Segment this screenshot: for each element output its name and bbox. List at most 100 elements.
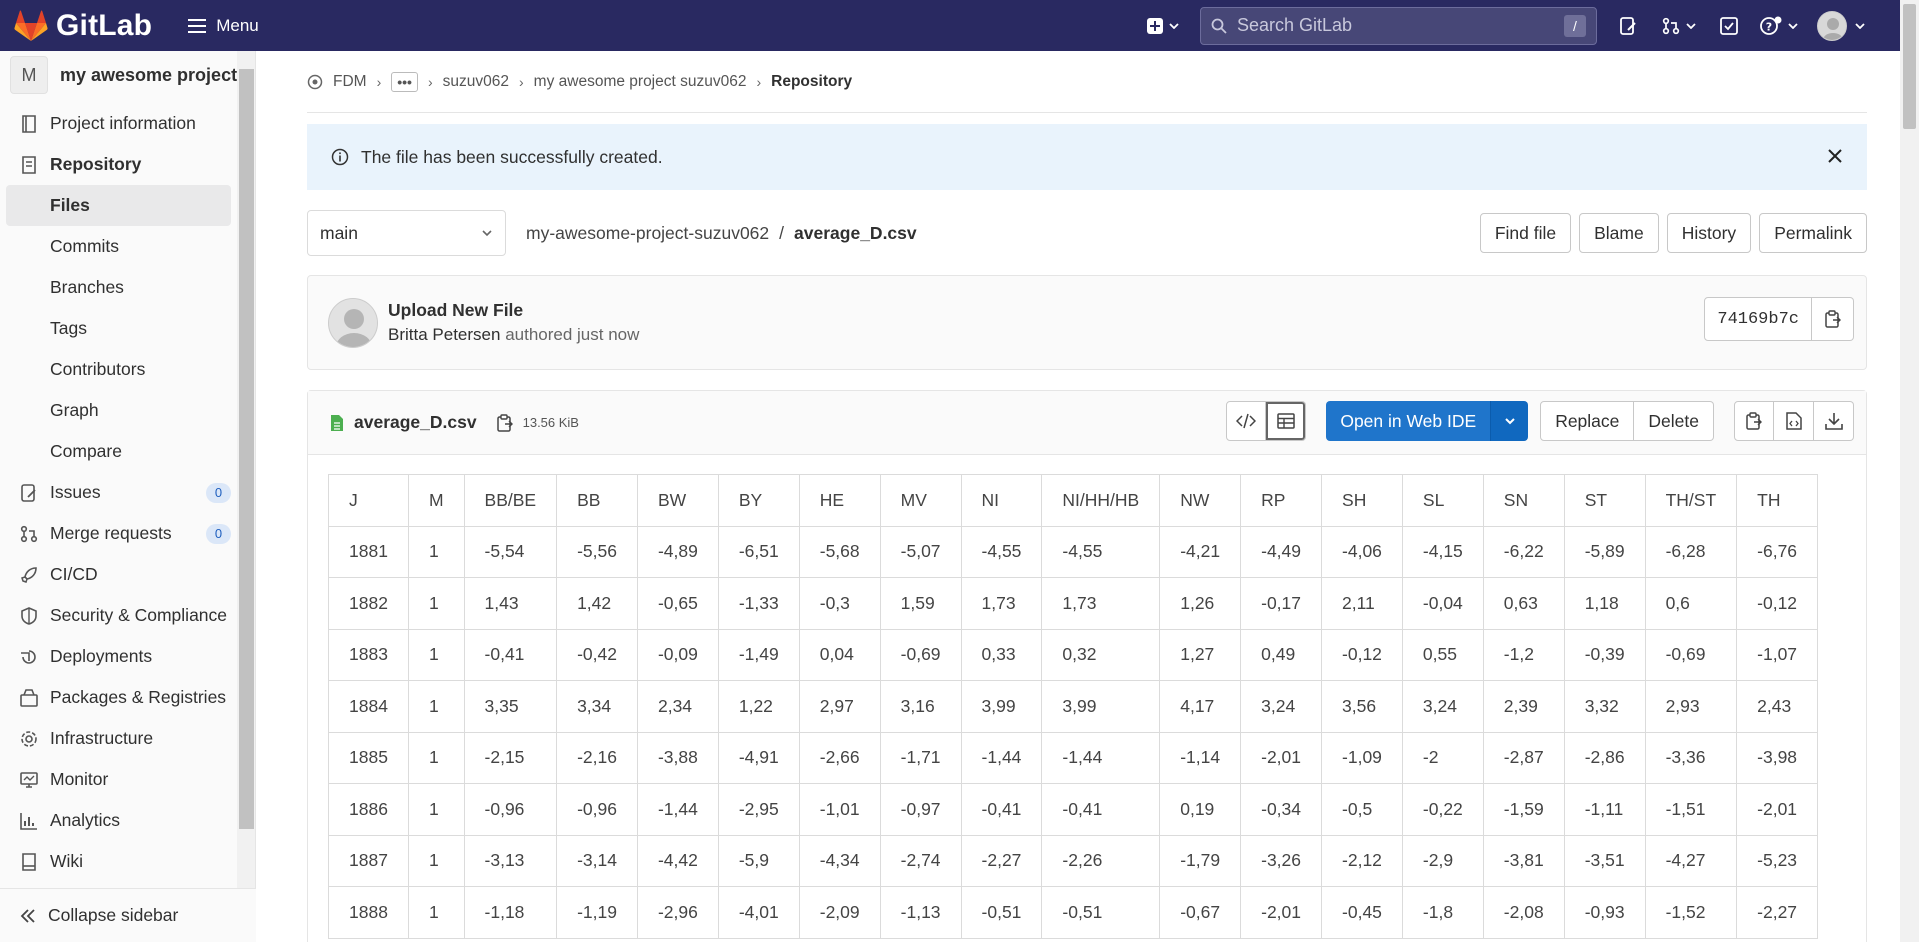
table-row: 1887 1 -3,13 -3,14 -4,42 -5,9 -4,34 -2,74 -2,27-…	[328, 834, 1819, 887]
sidebar-item-packages-registries[interactable]: Packages & Registries	[0, 677, 255, 718]
gitlab-logo[interactable]: GitLab	[14, 9, 152, 43]
table-header-cell: TH/ST	[1644, 474, 1738, 527]
help-dropdown-button[interactable]: ?	[1751, 9, 1807, 43]
sidebar-item-files[interactable]: Files	[6, 185, 231, 226]
issues-nav-button[interactable]	[1607, 9, 1651, 43]
sidebar-scrollbar[interactable]	[237, 51, 255, 891]
table-cell: -1,18	[463, 886, 558, 939]
sidebar-scrollbar-thumb[interactable]	[239, 69, 254, 829]
branch-selector[interactable]: main	[307, 210, 506, 256]
sidebar-item-commits[interactable]: Commits	[0, 226, 255, 267]
sidebar-item-analytics[interactable]: Analytics	[0, 800, 255, 841]
search-input[interactable]: Search GitLab /	[1200, 6, 1597, 45]
repository-icon	[20, 155, 38, 174]
replace-button[interactable]: Replace	[1540, 401, 1635, 441]
table-cell: 3,16	[879, 680, 962, 733]
sidebar-item-tags[interactable]: Tags	[0, 308, 255, 349]
table-cell: -2,9	[1401, 834, 1484, 887]
find-file-button[interactable]: Find file	[1479, 213, 1572, 253]
delete-button[interactable]: Delete	[1634, 401, 1714, 441]
sidebar-item-deployments[interactable]: Deployments	[0, 636, 255, 677]
table-cell: -2	[1401, 731, 1484, 784]
breadcrumb-project[interactable]: my awesome project suzuv062	[534, 73, 747, 91]
book-icon	[20, 852, 38, 871]
edit-actions: Replace Delete	[1540, 401, 1714, 441]
project-sidebar: M my awesome project su... Project infor…	[0, 51, 256, 942]
tanuki-icon	[14, 10, 48, 41]
sidebar-item-ci-cd[interactable]: CI/CD	[0, 554, 255, 595]
table-cell: -6,51	[717, 525, 800, 578]
table-cell: 1,42	[556, 577, 638, 630]
file-size: 13.56 KiB	[522, 415, 579, 430]
table-cell: -4,15	[1401, 525, 1484, 578]
sidebar-item-project-information[interactable]: Project information	[0, 103, 255, 144]
project-info-icon	[20, 114, 38, 133]
download-button[interactable]	[1814, 401, 1854, 441]
sidebar-item-contributors[interactable]: Contributors	[0, 349, 255, 390]
rich-view-button[interactable]	[1266, 401, 1307, 441]
table-cell: 0,55	[1401, 628, 1484, 681]
history-button[interactable]: History	[1666, 213, 1752, 253]
download-icon	[1824, 413, 1843, 430]
table-row: 1882 1 1,43 1,42 -0,65 -1,33 -0,3 1,59 1,73 1,73 1…	[328, 577, 1819, 630]
sidebar-item-infrastructure[interactable]: Infrastructure	[0, 718, 255, 759]
table-cell: -1,44	[636, 783, 719, 836]
blame-button[interactable]: Blame	[1579, 213, 1659, 253]
sidebar-item-issues[interactable]: Issues 0	[0, 472, 255, 513]
table-cell: 1888	[328, 886, 409, 939]
sidebar-item-wiki[interactable]: Wiki	[0, 841, 255, 882]
csv-table-container[interactable]: J M BB/BE BB BW BY HE MV NI NI/HH/HB NW RP SH SL SN ST T…	[328, 474, 1846, 939]
commit-title[interactable]: Upload New File	[388, 300, 639, 321]
table-cell: -2,86	[1563, 731, 1646, 784]
sidebar-item-monitor[interactable]: Monitor	[0, 759, 255, 800]
sidebar-item-repository[interactable]: Repository	[0, 144, 255, 185]
table-cell: -0,51	[1041, 886, 1161, 939]
table-cell: 1	[407, 628, 465, 681]
source-view-button[interactable]	[1226, 401, 1267, 441]
table-cell: -0,93	[1563, 886, 1646, 939]
web-ide-dropdown-toggle[interactable]	[1490, 401, 1529, 441]
collapse-sidebar-button[interactable]: Collapse sidebar	[0, 888, 256, 942]
sidebar-item-compare[interactable]: Compare	[0, 431, 255, 472]
open-raw-button[interactable]	[1774, 401, 1814, 441]
copy-file-path-button[interactable]	[496, 413, 513, 432]
breadcrumb-expand-button[interactable]: •••	[391, 71, 418, 92]
table-cell: -4,91	[717, 731, 800, 784]
breadcrumb-current[interactable]: Repository	[771, 73, 852, 91]
breadcrumb-root[interactable]: FDM	[333, 73, 367, 91]
sidebar-item-graph[interactable]: Graph	[0, 390, 255, 431]
table-cell: -6,22	[1482, 525, 1565, 578]
user-avatar	[1817, 10, 1847, 41]
chart-icon	[20, 812, 38, 830]
last-commit-panel: Upload New File Britta Petersen authored…	[307, 275, 1867, 370]
sidebar-item-merge-requests[interactable]: Merge requests 0	[0, 513, 255, 554]
table-cell: -5,23	[1736, 834, 1819, 887]
sidebar-item-branches[interactable]: Branches	[0, 267, 255, 308]
sidebar-item-security-compliance[interactable]: Security & Compliance	[0, 595, 255, 636]
commit-meta: Britta Petersen authored just now	[388, 325, 639, 345]
table-header-cell: BY	[717, 474, 800, 527]
chevron-right-icon: ›	[376, 73, 382, 90]
new-dropdown-button[interactable]	[1136, 9, 1190, 43]
merge-requests-nav-button[interactable]	[1651, 9, 1707, 43]
path-project-link[interactable]: my-awesome-project-suzuv062	[526, 223, 769, 244]
commit-author-avatar[interactable]	[328, 297, 378, 348]
user-menu-button[interactable]	[1807, 9, 1875, 43]
copy-sha-button[interactable]	[1812, 297, 1854, 341]
rocket-icon	[20, 566, 38, 584]
breadcrumb-group[interactable]: suzuv062	[443, 73, 509, 91]
commit-author[interactable]: Britta Petersen	[388, 325, 500, 344]
page-scrollbar[interactable]	[1900, 0, 1919, 942]
open-in-web-ide-button[interactable]: Open in Web IDE	[1326, 401, 1491, 441]
page-scrollbar-thumb[interactable]	[1903, 4, 1916, 129]
table-cell: 1,27	[1159, 628, 1242, 681]
alert-close-button[interactable]	[1825, 146, 1845, 166]
sidebar-project-header[interactable]: M my awesome project su...	[0, 51, 255, 99]
commit-sha[interactable]: 74169b7c	[1704, 297, 1812, 341]
table-cell: -5,9	[717, 834, 800, 887]
copy-contents-button[interactable]	[1734, 401, 1774, 441]
permalink-button[interactable]: Permalink	[1759, 213, 1867, 253]
menu-button[interactable]: Menu	[182, 9, 265, 43]
todos-nav-button[interactable]	[1707, 9, 1751, 43]
table-cell: -0,41	[463, 628, 558, 681]
